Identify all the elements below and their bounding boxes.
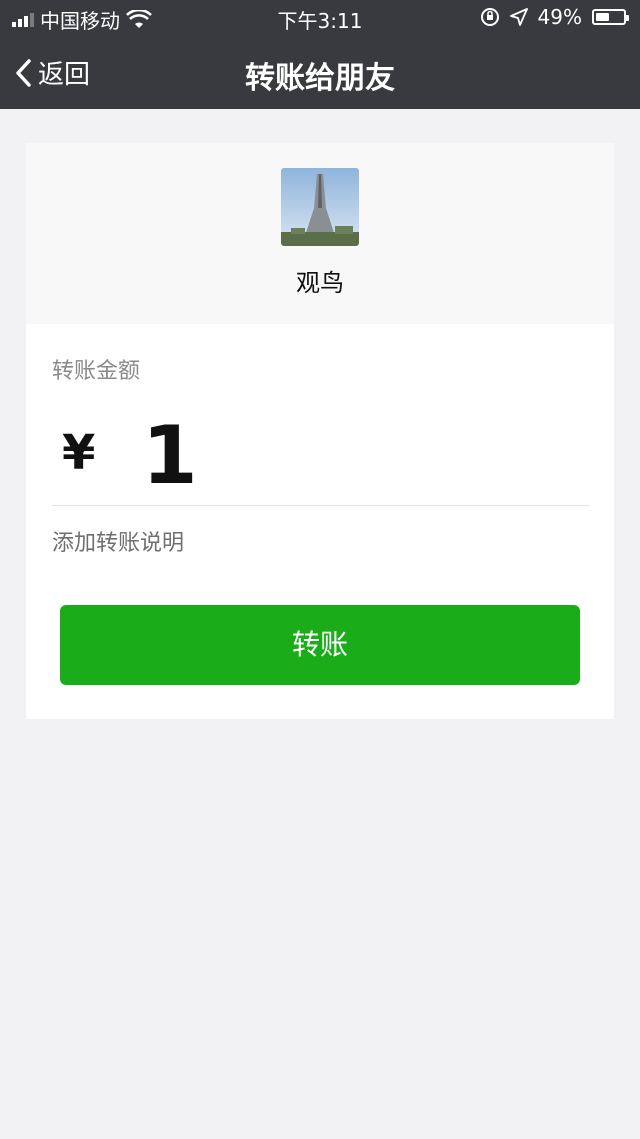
add-note-link[interactable]: 添加转账说明 xyxy=(52,525,184,557)
currency-symbol: ¥ xyxy=(62,425,96,481)
amount-input[interactable]: ¥ 1 xyxy=(52,409,590,506)
transfer-button[interactable]: 转账 xyxy=(60,605,580,685)
transfer-card: 观鸟 转账金额 ¥ 1 添加转账说明 转账 xyxy=(26,143,614,719)
amount-value: 1 xyxy=(142,409,198,502)
rotation-lock-icon xyxy=(480,8,499,26)
payee-name: 观鸟 xyxy=(296,269,344,297)
amount-label: 转账金额 xyxy=(52,359,141,384)
location-icon xyxy=(509,8,528,26)
status-bar: 中国移动 下午3:11 49% xyxy=(0,0,640,36)
top-bar: 中国移动 下午3:11 49% 返回 转账给朋友 xyxy=(0,0,640,109)
payee-section: 观鸟 xyxy=(26,143,614,324)
battery-percent: 49% xyxy=(537,5,582,29)
battery-icon xyxy=(592,9,629,25)
avatar[interactable] xyxy=(281,168,359,246)
tower-photo-icon xyxy=(281,168,359,246)
status-right-group: 49% xyxy=(480,5,629,29)
page-title: 转账给朋友 xyxy=(245,61,395,96)
nav-bar: 返回 转账给朋友 xyxy=(0,36,640,109)
